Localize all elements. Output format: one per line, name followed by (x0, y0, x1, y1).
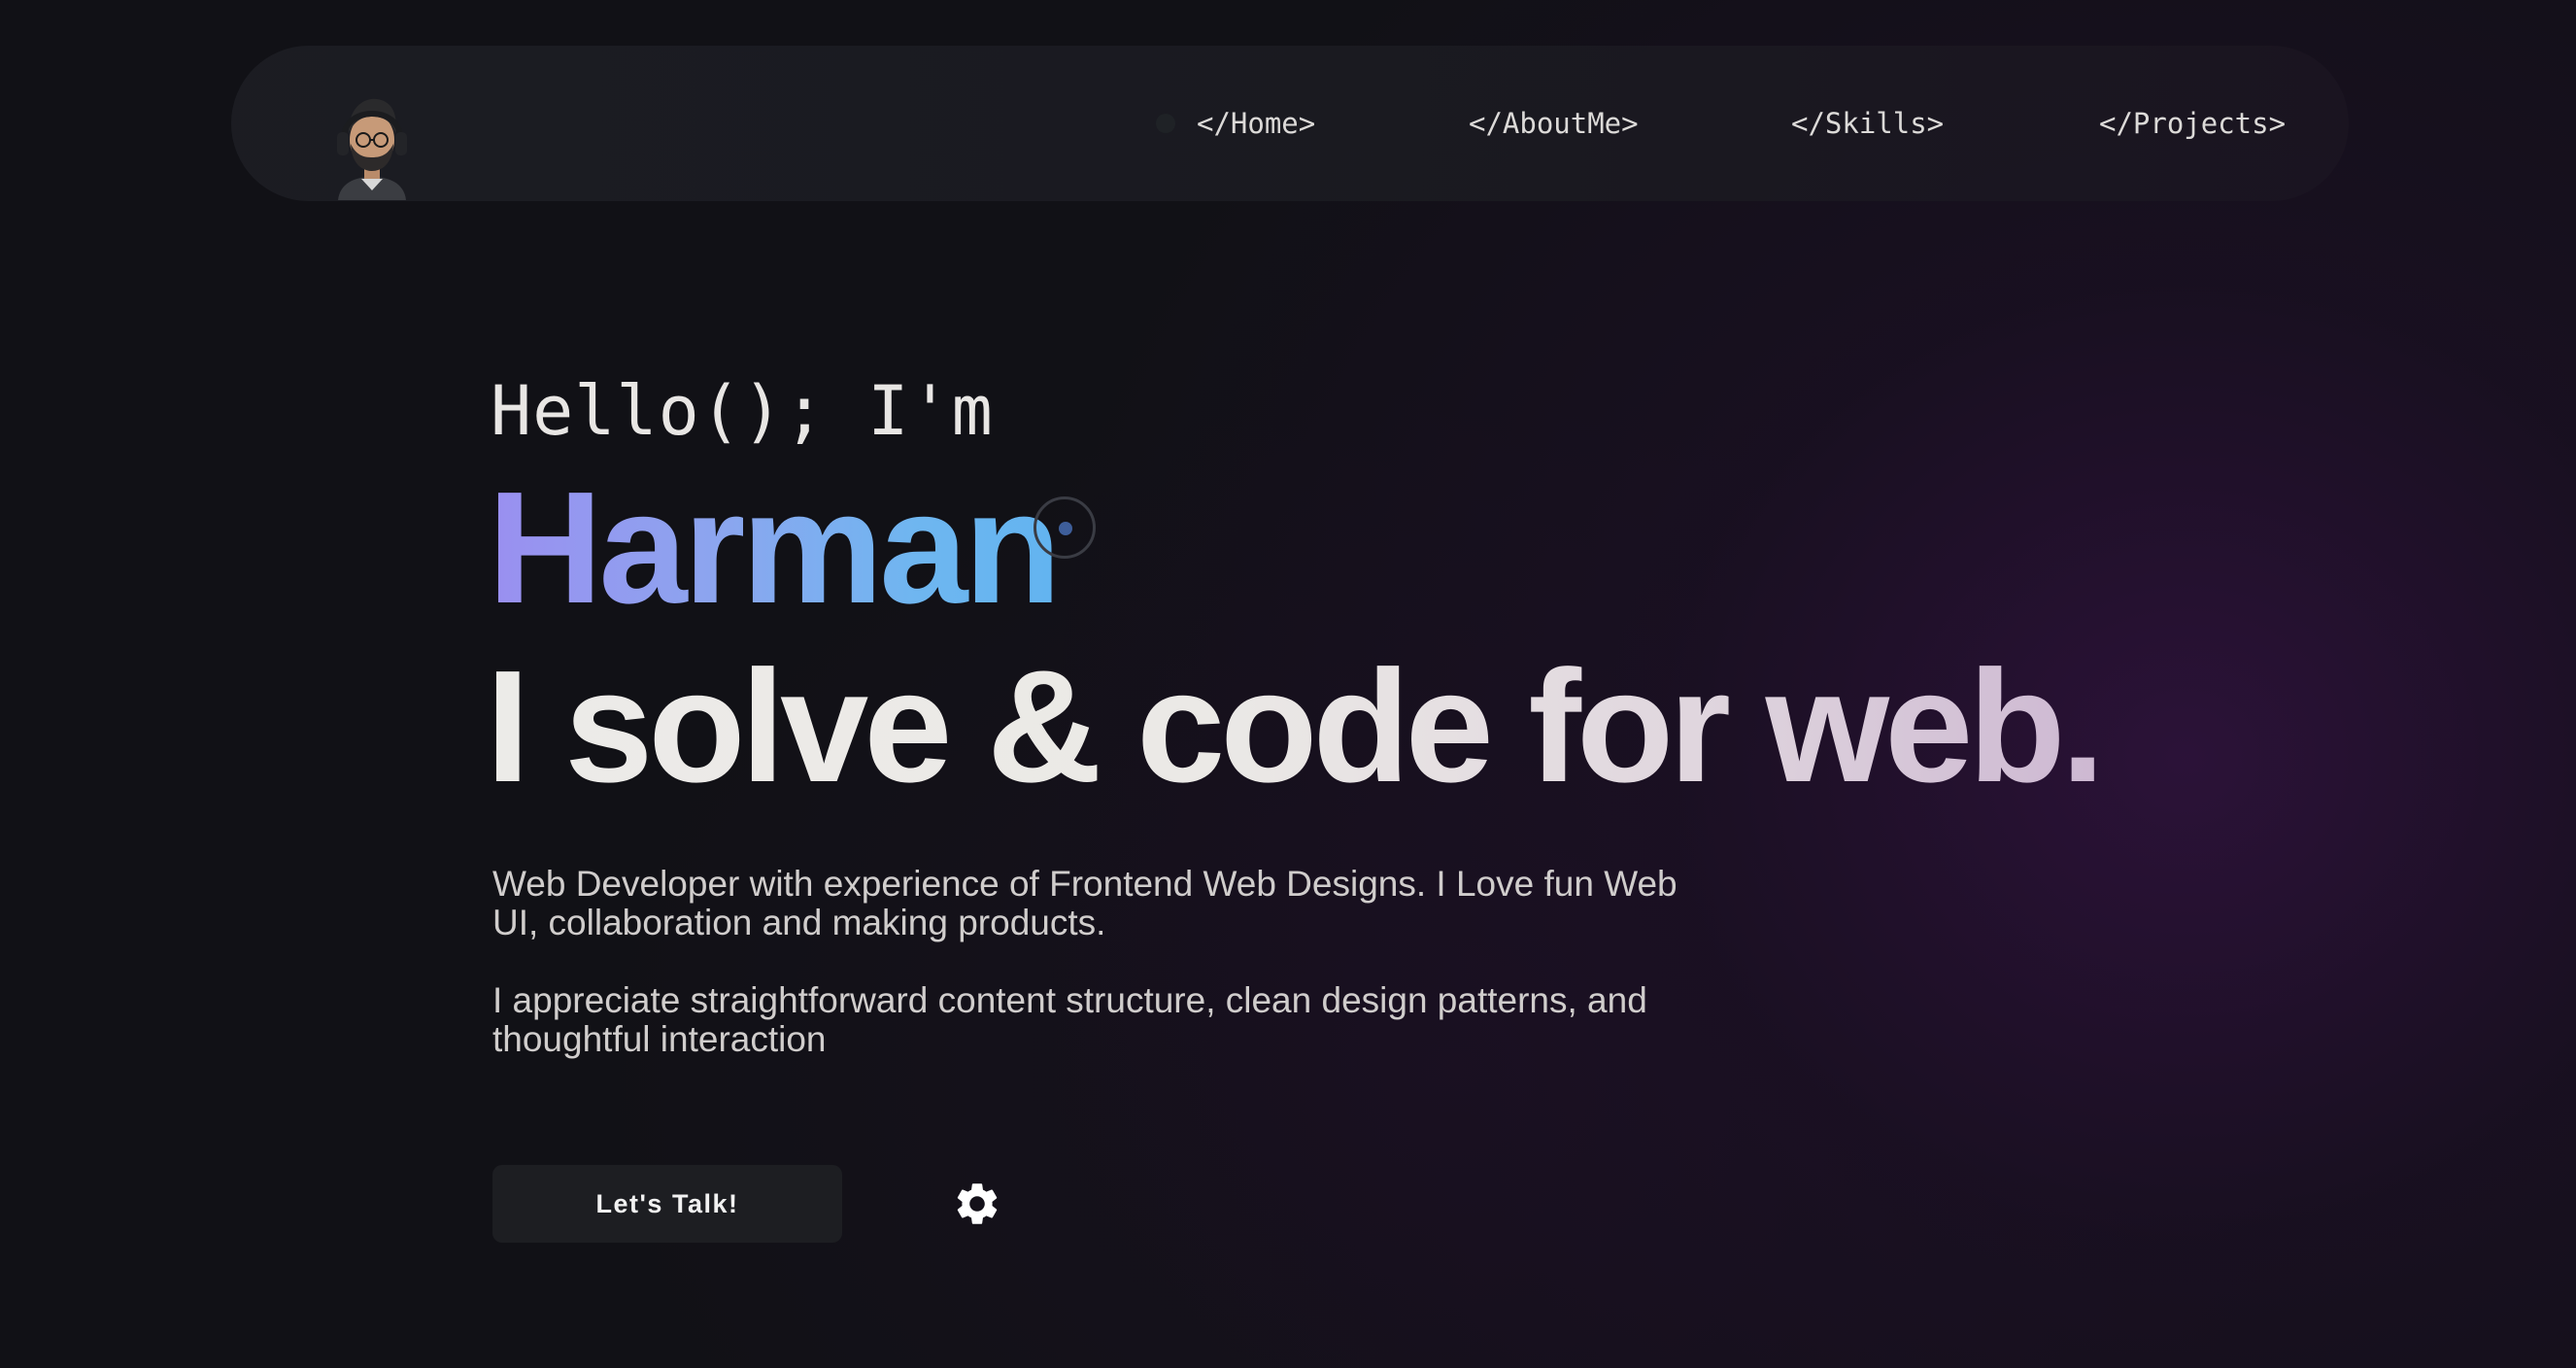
nav-link-projects[interactable]: </Projects> (2099, 101, 2286, 146)
gear-icon[interactable] (952, 1179, 1002, 1229)
hero-name: Harman (488, 459, 1062, 636)
nav-link-aboutme[interactable]: </AboutMe> (1469, 101, 1639, 146)
intro-paragraph: Web Developer with experience of Fronten… (492, 864, 1678, 942)
nav-link-home[interactable]: </Home> (1197, 101, 1315, 146)
lets-talk-button[interactable]: Let's Talk! (492, 1165, 842, 1243)
avatar-icon[interactable] (328, 86, 416, 200)
approach-paragraph: I appreciate straightforward content str… (492, 980, 1647, 1059)
hero-tagline: I solve & code for web. (486, 637, 2105, 815)
nav-link-skills[interactable]: </Skills> (1791, 101, 1944, 146)
cursor-dot (1059, 522, 1072, 535)
nav-indicator-dot (1156, 114, 1175, 133)
greeting-text: Hello(); I'm (491, 371, 994, 451)
